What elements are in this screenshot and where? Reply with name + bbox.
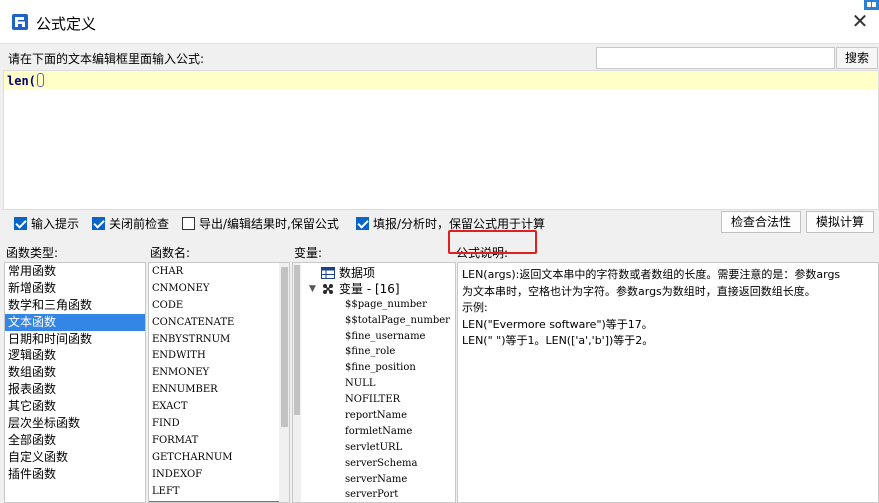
editor-caret bbox=[36, 73, 44, 87]
simulate-calc-button[interactable]: 模拟计算 bbox=[806, 211, 874, 233]
description-line: 为文本串时，空格也计为字符。参数args为数组时，直接返回数组长度。 bbox=[462, 284, 816, 298]
function-item[interactable]: FIND bbox=[149, 415, 279, 432]
description-line: LEN(" ")等于1。LEN(['a','b'])等于2。 bbox=[462, 334, 654, 347]
category-item[interactable]: 逻辑函数 bbox=[5, 347, 145, 364]
tree-node-variables[interactable]: ▼ 变量 - [16] bbox=[301, 281, 455, 297]
function-scrollbar[interactable] bbox=[279, 263, 289, 502]
title-bar: 公式定义 ✕ bbox=[0, 0, 879, 44]
function-item[interactable]: ENNUMBER bbox=[149, 381, 279, 398]
function-scroll-thumb[interactable] bbox=[281, 267, 288, 427]
category-item[interactable]: 报表函数 bbox=[5, 381, 145, 398]
function-item[interactable]: FORMAT bbox=[149, 432, 279, 449]
category-list[interactable]: 常用函数 新增函数 数学和三角函数 文本函数 日期和时间函数 逻辑函数 数组函数 报表函数 其它… bbox=[4, 262, 146, 503]
tree-node-data-items[interactable]: 数据项 bbox=[301, 265, 455, 281]
function-item[interactable]: CODE bbox=[149, 297, 279, 314]
category-item[interactable]: 新增函数 bbox=[5, 280, 145, 297]
function-item[interactable]: CHAR bbox=[149, 263, 279, 280]
category-header: 函数类型: bbox=[6, 246, 59, 260]
description-line: LEN("Evermore software")等于17。 bbox=[462, 317, 653, 331]
table-icon bbox=[321, 266, 335, 279]
variable-header: 变量: bbox=[294, 246, 323, 260]
variable-scroll-thumb[interactable] bbox=[294, 265, 300, 415]
option-check-before-close[interactable]: 关闭前检查 bbox=[92, 215, 169, 232]
fr-logo-icon bbox=[12, 14, 28, 30]
function-item[interactable]: ENMONEY bbox=[149, 364, 279, 381]
variable-item[interactable]: $$page_number bbox=[301, 297, 455, 313]
search-button[interactable]: 搜索 bbox=[836, 47, 878, 69]
category-item[interactable]: 自定义函数 bbox=[5, 449, 145, 466]
category-item[interactable]: 数组函数 bbox=[5, 364, 145, 381]
category-item[interactable]: 其它函数 bbox=[5, 398, 145, 415]
tree-node-data-items-label: 数据项 bbox=[339, 265, 376, 280]
formula-description-panel: LEN(args):返回文本串中的字符数或者数组的长度。需要注意的是：参数arg… bbox=[457, 262, 879, 503]
function-list[interactable]: CHAR CNMONEY CODE CONCATENATE ENBYSTRNUM ENDW… bbox=[148, 262, 290, 503]
variable-icon bbox=[323, 283, 333, 294]
description-line: 示例: bbox=[462, 301, 488, 314]
function-header: 函数名: bbox=[150, 246, 191, 260]
option-keep-formula-export[interactable]: 导出/编辑结果时,保留公式 bbox=[182, 215, 339, 232]
checkbox-input-hint[interactable] bbox=[14, 217, 27, 230]
editor-code-text: len( bbox=[7, 74, 36, 88]
close-icon[interactable]: ✕ bbox=[848, 10, 872, 34]
checkbox-check-before-close[interactable] bbox=[92, 217, 105, 230]
function-items: CHAR CNMONEY CODE CONCATENATE ENBYSTRNUM ENDW… bbox=[149, 263, 279, 499]
editor-current-line bbox=[4, 71, 878, 89]
variable-item[interactable]: NOFILTER bbox=[301, 392, 455, 408]
function-item[interactable]: ENBYSTRNUM bbox=[149, 331, 279, 348]
description-line: LEN(args):返回文本串中的字符数或者数组的长度。需要注意的是：参数arg… bbox=[462, 268, 841, 281]
variable-item[interactable]: serverName bbox=[301, 472, 455, 488]
category-item[interactable]: 层次坐标函数 bbox=[5, 415, 145, 432]
check-validity-button[interactable]: 检查合法性 bbox=[721, 211, 801, 233]
variable-item[interactable]: serverSchema bbox=[301, 456, 455, 472]
variable-item[interactable]: serverPort bbox=[301, 487, 455, 502]
variable-items: $$page_number $$totalPage_number $fine_use… bbox=[301, 297, 455, 502]
category-item[interactable]: 常用函数 bbox=[5, 263, 145, 280]
editor-code[interactable]: len( bbox=[7, 73, 44, 88]
category-item[interactable]: 插件函数 bbox=[5, 466, 145, 483]
category-item[interactable]: 文本函数 bbox=[5, 313, 145, 331]
option-input-hint[interactable]: 输入提示 bbox=[14, 215, 79, 232]
annotation-highlight-box bbox=[448, 230, 537, 254]
option-keep-formula-export-label: 导出/编辑结果时,保留公式 bbox=[199, 217, 339, 231]
variable-item[interactable]: $fine_position bbox=[301, 360, 455, 376]
chevron-down-icon[interactable]: ▼ bbox=[309, 281, 319, 297]
formula-prompt-label: 请在下面的文本编辑框里面输入公式: bbox=[8, 52, 205, 66]
function-item[interactable]: INDEXOF bbox=[149, 466, 279, 483]
checkbox-keep-formula-export[interactable] bbox=[182, 217, 195, 230]
variable-item[interactable]: reportName bbox=[301, 408, 455, 424]
search-input[interactable] bbox=[596, 47, 835, 69]
category-item[interactable]: 数学和三角函数 bbox=[5, 297, 145, 314]
function-item[interactable]: ENDWITH bbox=[149, 347, 279, 364]
variable-item[interactable]: $fine_username bbox=[301, 329, 455, 345]
formula-editor[interactable]: len( bbox=[3, 70, 879, 210]
variable-item[interactable]: NULL bbox=[301, 376, 455, 392]
window-title: 公式定义 bbox=[36, 15, 97, 33]
window-corner-icon bbox=[864, 0, 879, 10]
function-item[interactable]: CNMONEY bbox=[149, 280, 279, 297]
variable-tree-rows: 数据项 ▼ 变量 - [16] $$page_number $$totalPage… bbox=[301, 265, 455, 502]
variable-item[interactable]: $$totalPage_number bbox=[301, 313, 455, 329]
category-items: 常用函数 新增函数 数学和三角函数 文本函数 日期和时间函数 逻辑函数 数组函数 报表函数 其它… bbox=[5, 263, 145, 483]
variable-tree[interactable]: 数据项 ▼ 变量 - [16] $$page_number $$totalPage… bbox=[292, 262, 456, 503]
function-item[interactable]: LEFT bbox=[149, 483, 279, 500]
category-item[interactable]: 日期和时间函数 bbox=[5, 331, 145, 348]
variable-item[interactable]: servletURL bbox=[301, 440, 455, 456]
checkbox-keep-formula-calc[interactable] bbox=[356, 217, 369, 230]
function-item[interactable]: CONCATENATE bbox=[149, 314, 279, 331]
tree-node-variables-label: 变量 - [16] bbox=[339, 281, 400, 296]
option-input-hint-label: 输入提示 bbox=[31, 217, 80, 231]
category-item[interactable]: 全部函数 bbox=[5, 432, 145, 449]
function-item[interactable]: EXACT bbox=[149, 398, 279, 415]
variable-item[interactable]: formletName bbox=[301, 424, 455, 440]
function-item[interactable]: GETCHARNUM bbox=[149, 449, 279, 466]
formula-description: LEN(args):返回文本串中的字符数或者数组的长度。需要注意的是：参数arg… bbox=[462, 267, 874, 350]
option-check-before-close-label: 关闭前检查 bbox=[109, 217, 170, 231]
variable-item[interactable]: $fine_role bbox=[301, 344, 455, 360]
variable-scrollbar[interactable] bbox=[293, 263, 301, 502]
